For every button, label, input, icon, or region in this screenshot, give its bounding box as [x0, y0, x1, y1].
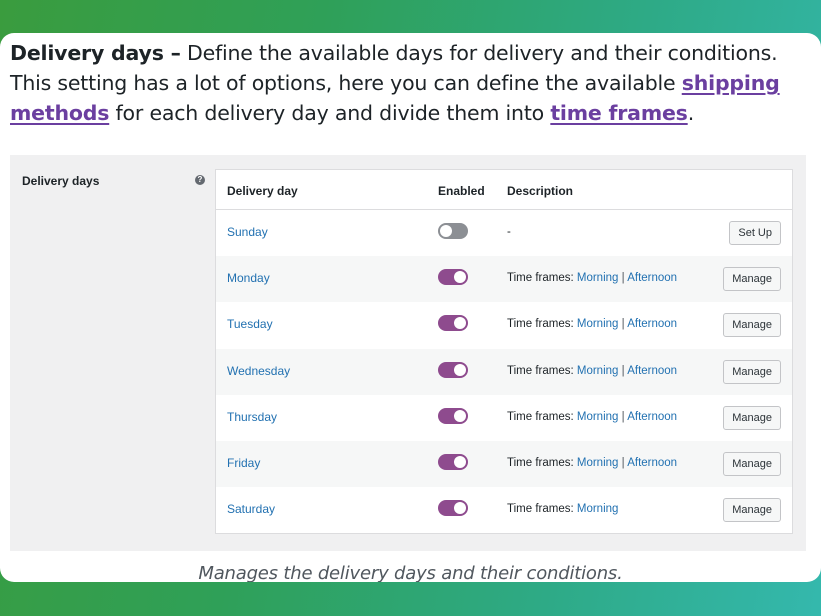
day-link[interactable]: Friday — [227, 456, 260, 470]
table-row: Tuesday Time frames: Morning | Afternoon M… — [216, 302, 792, 348]
enabled-toggle[interactable] — [438, 269, 468, 286]
intro-text-2: for each delivery day and divide them in… — [109, 101, 551, 125]
description: Time frames: Morning | Afternoon — [507, 457, 677, 469]
day-link[interactable]: Monday — [227, 271, 270, 285]
enabled-toggle[interactable] — [438, 500, 468, 517]
time-frames-label: Time frames: — [507, 456, 574, 469]
time-frame-link[interactable]: Morning — [577, 411, 619, 423]
enabled-toggle[interactable] — [438, 407, 468, 424]
toggle-knob — [454, 363, 466, 376]
time-frame-link[interactable]: Afternoon — [627, 318, 677, 330]
set-up-button[interactable]: Set Up — [729, 221, 781, 245]
time-frames-label: Time frames: — [507, 318, 574, 331]
manage-button[interactable]: Manage — [723, 498, 781, 523]
settings-screenshot: Delivery days ? Delivery day Enabled Des… — [10, 155, 806, 551]
description: Time frames: Morning | Afternoon — [507, 411, 677, 423]
table-row: Wednesday Time frames: Morning | Afternoo… — [216, 348, 792, 395]
setting-label: Delivery days — [22, 174, 100, 188]
intro-heading: Delivery days – — [10, 41, 181, 65]
day-link[interactable]: Saturday — [227, 502, 275, 516]
time-frame-link[interactable]: Afternoon — [627, 272, 677, 284]
description: - — [507, 226, 511, 238]
manage-button[interactable]: Manage — [723, 451, 781, 476]
time-frame-link[interactable]: Morning — [577, 318, 619, 330]
time-frame-link[interactable]: Afternoon — [627, 411, 677, 423]
toggle-knob — [454, 502, 466, 515]
time-frame-link[interactable]: Morning — [577, 503, 619, 515]
enabled-toggle[interactable] — [438, 453, 468, 470]
separator: | — [621, 272, 625, 285]
toggle-knob — [454, 317, 466, 330]
day-link[interactable]: Wednesday — [227, 364, 290, 378]
content-card: Delivery days – Define the available day… — [0, 33, 821, 582]
time-frame-link[interactable]: Morning — [577, 365, 619, 377]
day-link[interactable]: Sunday — [227, 225, 268, 239]
intro-text-3: . — [687, 101, 695, 125]
column-enabled: Enabled — [438, 184, 485, 198]
separator: | — [621, 318, 625, 331]
time-frame-link[interactable]: Afternoon — [627, 457, 677, 469]
time-frames-link[interactable]: time frames — [550, 101, 688, 125]
time-frames-label: Time frames: — [507, 503, 574, 516]
separator: | — [621, 456, 625, 469]
time-frames-label: Time frames: — [507, 272, 574, 285]
time-frames-label: Time frames: — [507, 410, 574, 423]
toggle-knob — [440, 225, 452, 237]
manage-button[interactable]: Manage — [723, 359, 781, 384]
table-row: Monday Time frames: Morning | Afternoon Ma… — [216, 256, 792, 303]
table-row: Friday Time frames: Morning | Afternoon Ma… — [216, 440, 792, 488]
toggle-knob — [454, 409, 466, 422]
manage-button[interactable]: Manage — [723, 267, 781, 292]
intro-paragraph: Delivery days – Define the available day… — [10, 38, 815, 128]
help-icon[interactable]: ? — [195, 175, 205, 185]
table-body: Sunday - Set Up Monday Time frames: Morning … — [216, 210, 792, 533]
time-frame-link[interactable]: Afternoon — [627, 365, 677, 377]
table-header: Delivery day Enabled Description — [216, 170, 792, 210]
description: Time frames: Morning — [507, 503, 618, 515]
column-description: Description — [507, 184, 574, 198]
day-link[interactable]: Tuesday — [227, 317, 273, 331]
toggle-knob — [454, 455, 466, 468]
table-row: Thursday Time frames: Morning | Afternoon… — [216, 395, 792, 441]
day-link[interactable]: Thursday — [227, 410, 277, 424]
description: Time frames: Morning | Afternoon — [507, 272, 677, 284]
enabled-toggle[interactable] — [438, 223, 468, 239]
manage-button[interactable]: Manage — [723, 405, 781, 430]
caption: Manages the delivery days and their cond… — [198, 563, 623, 582]
table-row: Sunday - Set Up — [216, 210, 792, 256]
enabled-toggle[interactable] — [438, 361, 468, 378]
toggle-knob — [454, 271, 466, 284]
separator: | — [621, 364, 625, 377]
manage-button[interactable]: Manage — [723, 313, 781, 338]
delivery-days-table: Delivery day Enabled Description Sunday -… — [215, 169, 793, 534]
column-delivery-day: Delivery day — [227, 184, 298, 198]
time-frame-link[interactable]: Morning — [577, 457, 619, 469]
enabled-toggle[interactable] — [438, 315, 468, 332]
description: Time frames: Morning | Afternoon — [507, 365, 677, 377]
description: Time frames: Morning | Afternoon — [507, 318, 677, 330]
time-frame-link[interactable]: Morning — [577, 272, 619, 284]
separator: | — [621, 410, 625, 423]
time-frames-label: Time frames: — [507, 364, 574, 377]
table-row: Saturday Time frames: Morning Manage — [216, 487, 792, 533]
